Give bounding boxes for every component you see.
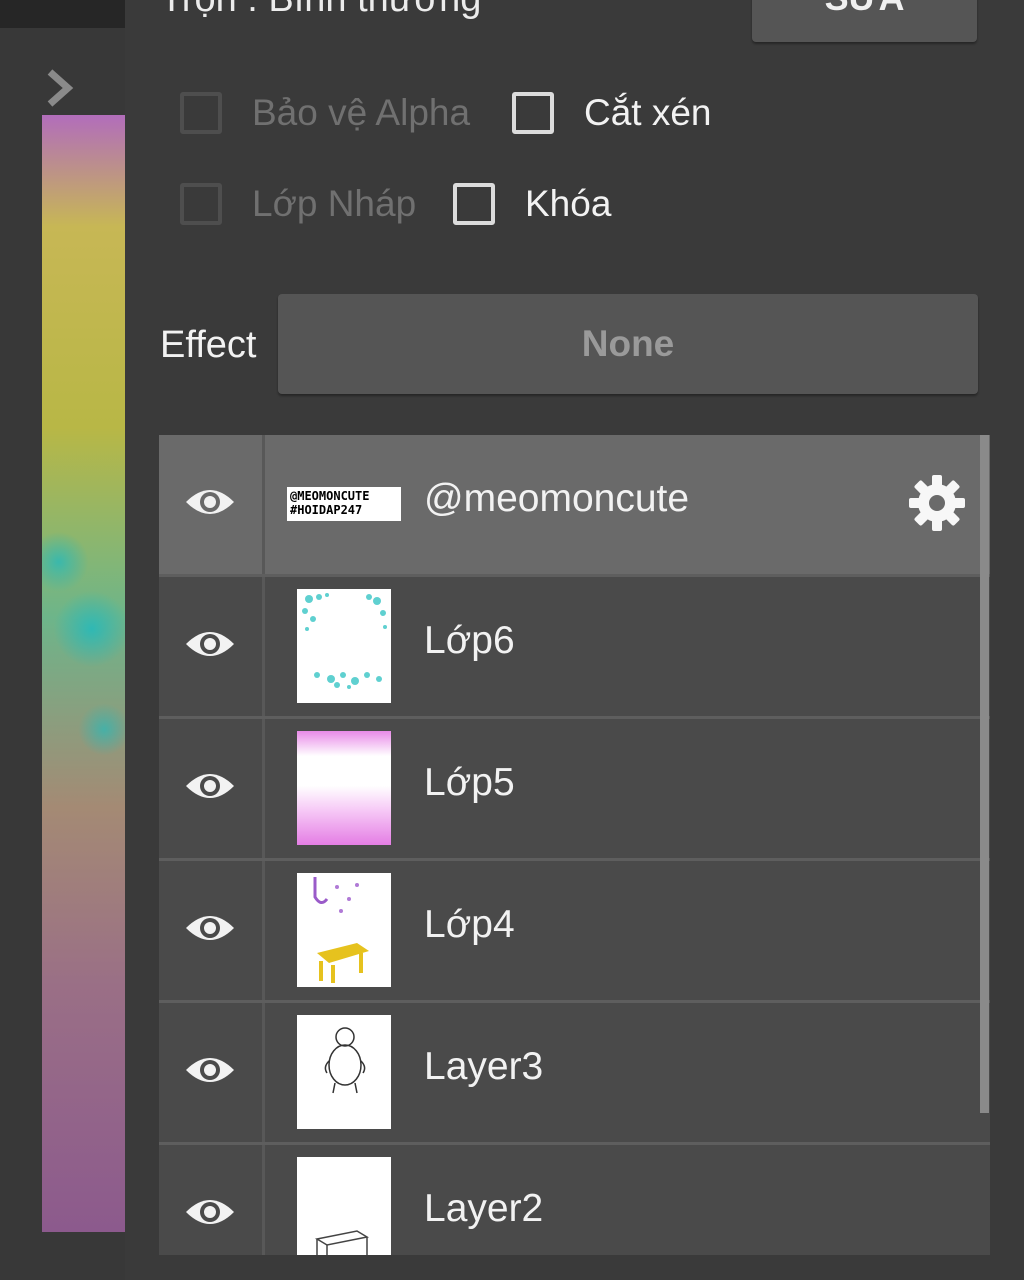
layer-name: Layer2 — [424, 1187, 544, 1230]
layer-row[interactable]: Lớp6 — [159, 577, 990, 719]
layer-name: Lớp6 — [424, 619, 515, 662]
lock-checkbox[interactable] — [453, 183, 495, 225]
eye-icon[interactable] — [183, 765, 237, 807]
alpha-protect-checkbox[interactable] — [180, 92, 222, 134]
gear-icon[interactable] — [907, 473, 967, 533]
column-divider — [262, 1003, 265, 1142]
canvas-side-strip — [0, 0, 125, 1280]
layer-name: Lớp5 — [424, 761, 515, 804]
column-divider — [262, 435, 265, 574]
effect-selector[interactable]: None — [278, 294, 978, 394]
eye-icon[interactable] — [183, 1191, 237, 1233]
clipping-label: Cắt xén — [584, 92, 712, 133]
layer-thumbnail — [297, 873, 391, 987]
layer-row[interactable]: Lớp5 — [159, 719, 990, 861]
clipping-option[interactable]: Cắt xén — [512, 92, 712, 134]
column-divider — [262, 719, 265, 858]
layer-name: @meomoncute — [424, 477, 690, 520]
canvas-preview[interactable] — [42, 115, 125, 1232]
alpha-protect-option[interactable]: Bảo vệ Alpha — [180, 92, 470, 134]
layer-name: Layer3 — [424, 1045, 544, 1088]
eye-icon[interactable] — [183, 481, 237, 523]
clipping-checkbox[interactable] — [512, 92, 554, 134]
eye-icon[interactable] — [183, 907, 237, 949]
layer-thumbnail — [297, 1015, 391, 1129]
layer-row[interactable]: @MEOMONCUTE #HOIDAP247 @meomoncute — [159, 435, 990, 577]
layer-thumbnail — [297, 731, 391, 845]
layer-row[interactable]: Layer2 — [159, 1145, 990, 1255]
eye-icon[interactable] — [183, 623, 237, 665]
lock-option[interactable]: Khóa — [453, 183, 611, 225]
top-bar-edge — [0, 0, 125, 28]
layer-thumbnail: @MEOMONCUTE #HOIDAP247 — [287, 487, 401, 521]
draft-layer-option[interactable]: Lớp Nháp — [180, 183, 416, 225]
draft-layer-label: Lớp Nháp — [252, 183, 417, 224]
edit-button[interactable]: SỬA — [752, 0, 977, 42]
column-divider — [262, 861, 265, 1000]
layer-list[interactable]: @MEOMONCUTE #HOIDAP247 @meomoncute Lớp6 … — [159, 435, 990, 1255]
effect-label: Effect — [160, 324, 257, 366]
column-divider — [262, 577, 265, 716]
alpha-protect-label: Bảo vệ Alpha — [252, 92, 471, 133]
chevron-right-icon[interactable] — [42, 68, 78, 108]
lock-label: Khóa — [525, 183, 612, 224]
eye-icon[interactable] — [183, 1049, 237, 1091]
layer-thumbnail — [297, 1157, 391, 1255]
layer-name: Lớp4 — [424, 903, 515, 946]
layer-thumbnail — [297, 589, 391, 703]
layer-row[interactable]: Lớp4 — [159, 861, 990, 1003]
draft-layer-checkbox[interactable] — [180, 183, 222, 225]
blend-mode-selector[interactable]: Trộn : Bình thường — [160, 0, 481, 21]
layer-list-scrollbar[interactable] — [980, 435, 989, 1113]
layer-row[interactable]: Layer3 — [159, 1003, 990, 1145]
column-divider — [262, 1145, 265, 1255]
